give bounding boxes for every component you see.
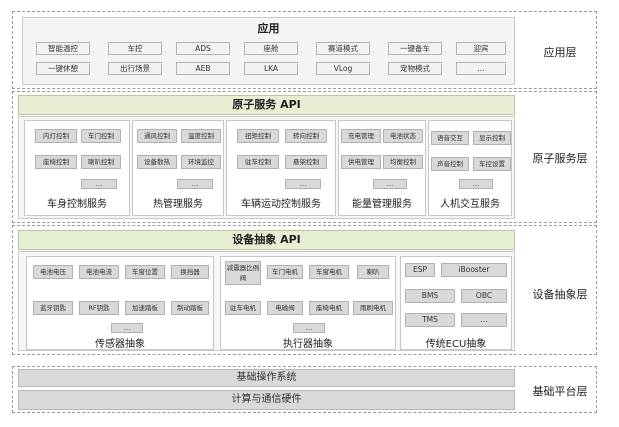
service-more: ...: [373, 179, 407, 189]
app-chip: 迎宾: [456, 42, 506, 55]
base-hw-bar: 计算与通信硬件: [18, 390, 515, 410]
base-layer-label: 基础平台层: [532, 385, 588, 398]
ecu-chip: ...: [461, 313, 507, 327]
service-group-body: 内灯控制 车门控制 座椅控制 喇叭控制 ... 车身控制服务: [24, 120, 130, 216]
ecu-chip: iBooster: [441, 263, 507, 277]
service-chip: 驻车控制: [237, 155, 279, 169]
service-chip: 通风控制: [137, 129, 177, 143]
app-chip: LKA: [244, 62, 298, 75]
service-chip: 充电管理: [341, 129, 381, 143]
actuator-chip: 座椅电机: [309, 301, 349, 315]
sensor-chip: 制动踏板: [171, 301, 209, 315]
app-layer-label: 应用层: [543, 46, 577, 59]
service-more: ...: [177, 179, 213, 189]
service-chip: 座椅控制: [35, 155, 77, 169]
service-chip: 车控设置: [473, 157, 511, 171]
actuator-group-label: 执行器抽象: [283, 339, 333, 350]
service-chip: 显示控制: [473, 131, 511, 145]
sensor-chip: 换挡器: [171, 265, 209, 279]
service-group-body: 充电管理 电池状态 供电管理 均衡控制 ... 能量管理服务: [338, 120, 426, 216]
actuator-chip: 喇叭: [357, 265, 389, 279]
sensor-group-label: 传感器抽象: [95, 339, 145, 350]
service-group-label: 热管理服务: [153, 199, 203, 210]
service-group-body: 通风控制 温度控制 设备散热 环境监控 ... 热管理服务: [132, 120, 224, 216]
actuator-chip: 驻车电机: [225, 301, 261, 315]
actuator-chip: 车门电机: [267, 265, 303, 279]
service-chip: 悬架控制: [285, 155, 327, 169]
ecu-chip: BMS: [405, 289, 455, 303]
sensor-group: 电池电压 电池电流 车窗位置 换挡器 蓝牙钥匙 RF钥匙 加速踏板 制动踏板 .…: [26, 256, 214, 350]
device-layer-label: 设备抽象层: [532, 288, 588, 301]
app-chip: 一键备车: [388, 42, 442, 55]
sensor-chip: 电池电流: [79, 265, 119, 279]
app-chip: AEB: [176, 62, 230, 75]
app-chip: 智能温控: [36, 42, 90, 55]
actuator-chip: 减震器比例阀: [225, 261, 261, 285]
actuator-group: 减震器比例阀 车门电机 车窗电机 喇叭 驻车电机 电磁阀 座椅电机 雨刷电机 .…: [220, 256, 396, 350]
service-group-label: 车辆运动控制服务: [241, 199, 321, 210]
actuator-chip: 雨刷电机: [353, 301, 393, 315]
service-chip: 扭矩控制: [237, 129, 279, 143]
app-chip: 座舱: [244, 42, 298, 55]
actuator-chip: 电磁阀: [267, 301, 303, 315]
app-chip: 出行场景: [108, 62, 162, 75]
app-chip: 一键休憩: [36, 62, 90, 75]
service-group-label: 车身控制服务: [47, 199, 107, 210]
app-chip: 宠物模式: [388, 62, 442, 75]
service-chip: 温度控制: [181, 129, 221, 143]
service-chip: 电池状态: [383, 129, 423, 143]
service-group-label: 能量管理服务: [352, 199, 412, 210]
actuator-chip: 车窗电机: [309, 265, 349, 279]
sensor-chip: 加速踏板: [125, 301, 165, 315]
ecu-chip: TMS: [405, 313, 455, 327]
atomic-layer-label: 原子服务层: [532, 152, 588, 165]
actuator-more: ...: [293, 323, 325, 333]
service-chip: 车门控制: [81, 129, 121, 143]
service-chip: 内灯控制: [35, 129, 77, 143]
service-group-label: 人机交互服务: [440, 199, 500, 210]
service-chip: 喇叭控制: [81, 155, 121, 169]
ecu-group: ESP iBooster BMS OBC TMS ... 传统ECU抽象: [400, 256, 512, 350]
app-chip: 车控: [108, 42, 162, 55]
service-chip: 环境监控: [181, 155, 221, 169]
sensor-chip: 电池电压: [33, 265, 73, 279]
service-more: ...: [285, 179, 321, 189]
ecu-group-label: 传统ECU抽象: [425, 339, 487, 350]
app-chip: VLog: [316, 62, 370, 75]
ecu-chip: ESP: [405, 263, 435, 277]
atomic-api-bar: 原子服务 API: [18, 95, 515, 115]
sensor-chip: 车窗位置: [125, 265, 165, 279]
service-chip: 设备散热: [137, 155, 177, 169]
service-chip: 供电管理: [341, 155, 381, 169]
app-title: 应用: [257, 22, 280, 35]
device-api-bar: 设备抽象 API: [18, 230, 515, 250]
base-os-bar: 基础操作系统: [18, 369, 515, 387]
sensor-chip: 蓝牙钥匙: [33, 301, 73, 315]
service-more: ...: [459, 179, 493, 189]
sensor-more: ...: [111, 323, 143, 333]
service-chip: 声音控制: [431, 157, 469, 171]
service-more: ...: [81, 179, 117, 189]
service-chip: 均衡控制: [383, 155, 423, 169]
app-chip: 赛道模式: [316, 42, 370, 55]
app-chip: ...: [456, 62, 506, 75]
service-chip: 语音交互: [431, 131, 469, 145]
sensor-chip: RF钥匙: [79, 301, 119, 315]
service-group-body: 扭矩控制 转向控制 驻车控制 悬架控制 ... 车辆运动控制服务: [226, 120, 336, 216]
ecu-chip: OBC: [461, 289, 507, 303]
service-group-body: 语音交互 显示控制 声音控制 车控设置 ... 人机交互服务: [428, 120, 512, 216]
service-chip: 转向控制: [285, 129, 327, 143]
app-chip: ADS: [176, 42, 230, 55]
